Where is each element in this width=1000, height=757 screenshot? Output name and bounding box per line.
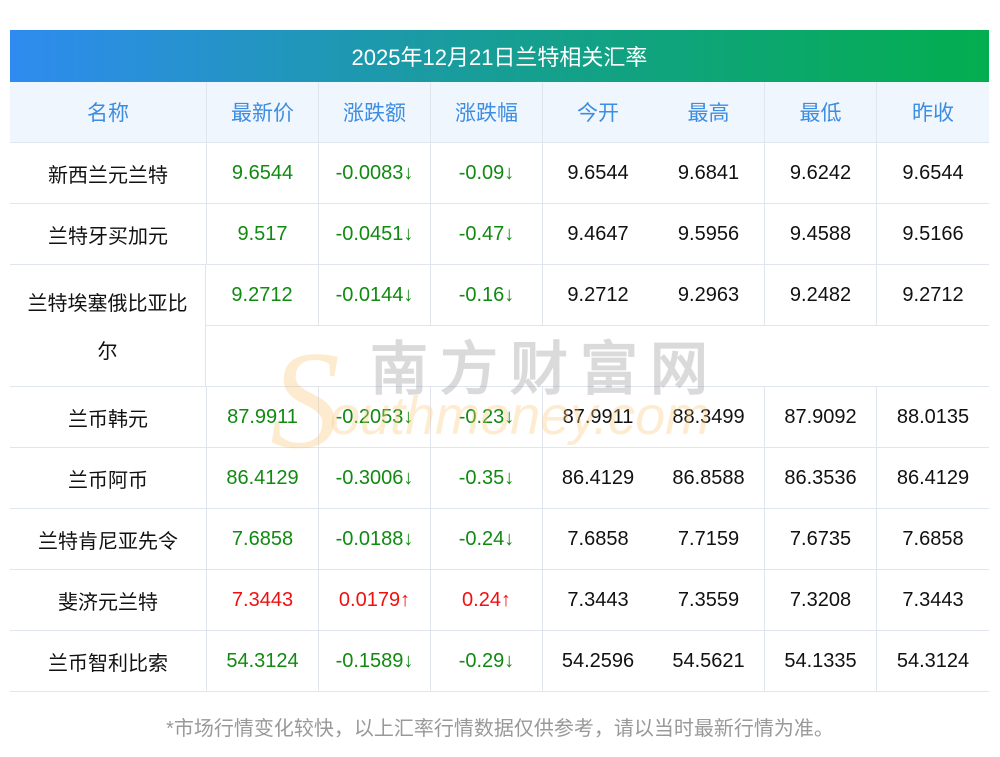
- cell-change-amount: -0.0144↓: [318, 265, 430, 325]
- cell-name: 兰币韩元: [68, 408, 148, 431]
- table-row: 兰币阿币 86.4129 -0.3006↓ -0.35↓ 86.4129 86.8588 8…: [10, 448, 989, 509]
- cell-high-price: 9.6841: [677, 161, 740, 184]
- col-header-name: 名称: [87, 102, 129, 125]
- cell-prev-close: 9.6544: [876, 143, 989, 203]
- cell-name: 新西兰元兰特: [48, 164, 168, 187]
- cell-change-amount: -0.0188↓: [318, 509, 430, 569]
- cell-latest-price: 7.3443: [206, 570, 318, 630]
- table-row: 兰币智利比索 54.3124 -0.1589↓ -0.29↓ 54.2596 54.562…: [10, 631, 989, 692]
- cell-latest-price: 87.9911: [206, 387, 318, 447]
- cell-low-price: 9.2482: [764, 265, 876, 325]
- cell-high-price: 7.3559: [677, 588, 740, 611]
- cell-low-price: 9.4588: [764, 204, 876, 264]
- cell-low-price: 7.6735: [764, 509, 876, 569]
- table-row: 兰币韩元 87.9911 -0.2053↓ -0.23↓ 87.9911 88.3499 8…: [10, 387, 989, 448]
- cell-high-price: 54.5621: [672, 649, 745, 672]
- cell-open-price: 9.2712: [542, 265, 653, 325]
- cell-open-price: 7.3443: [542, 570, 653, 630]
- cell-change-amount: -0.1589↓: [318, 631, 430, 691]
- cell-change-amount: -0.0451↓: [318, 204, 430, 264]
- cell-change-percent: 0.24↑: [430, 570, 542, 630]
- cell-name: 兰币阿币: [68, 469, 148, 492]
- cell-high-price: 88.3499: [672, 405, 745, 428]
- table-row: 兰特肯尼亚先令 7.6858 -0.0188↓ -0.24↓ 7.6858 7.7159 7…: [10, 509, 989, 570]
- col-header-high: 最高: [687, 102, 730, 125]
- cell-prev-close: 88.0135: [876, 387, 989, 447]
- cell-open-price: 9.6544: [542, 143, 653, 203]
- page-title: 2025年12月21日兰特相关汇率: [10, 30, 989, 82]
- table-row: 新西兰元兰特 9.6544 -0.0083↓ -0.09↓ 9.6544 9.6841 9.…: [10, 143, 989, 204]
- cell-latest-price: 9.6544: [206, 143, 318, 203]
- cell-name: 斐济元兰特: [58, 591, 158, 614]
- table-row: 斐济元兰特 7.3443 0.0179↑ 0.24↑ 7.3443 7.3559 7.320…: [10, 570, 989, 631]
- cell-high-price: 9.2963: [677, 283, 740, 306]
- cell-name-line2: 尔: [97, 341, 118, 364]
- cell-name: 兰特牙买加元: [48, 225, 168, 248]
- col-header-latest: 最新价: [206, 82, 318, 142]
- disclaimer: *市场行情变化较快，以上汇率行情数据仅供参考，请以当时最新行情为准。: [166, 718, 834, 740]
- cell-change-percent: -0.47↓: [430, 204, 542, 264]
- cell-name: 兰币智利比索: [48, 652, 168, 675]
- cell-change-amount: 0.0179↑: [318, 570, 430, 630]
- cell-change-percent: -0.24↓: [430, 509, 542, 569]
- table-row: 兰特埃塞俄比亚比尔 9.2712 -0.0144↓ -0.16↓ 9.2712 9.296…: [10, 265, 989, 387]
- cell-low-price: 7.3208: [764, 570, 876, 630]
- exchange-rate-table: 名称 最新价 涨跌额 涨跌幅 今开 最高 最低 昨收 新西兰元兰特 9.6544-…: [10, 82, 989, 692]
- cell-high-price: 7.7159: [677, 527, 740, 550]
- cell-prev-close: 86.4129: [876, 448, 989, 508]
- cell-prev-close: 54.3124: [876, 631, 989, 691]
- table-row: 兰特牙买加元 9.517 -0.0451↓ -0.47↓ 9.4647 9.5956 9.4…: [10, 204, 989, 265]
- cell-change-percent: -0.09↓: [430, 143, 542, 203]
- cell-latest-price: 54.3124: [206, 631, 318, 691]
- cell-open-price: 87.9911: [542, 387, 653, 447]
- col-header-change: 涨跌额: [318, 82, 430, 142]
- cell-latest-price: 9.2712: [231, 283, 293, 306]
- cell-open-price: 86.4129: [542, 448, 653, 508]
- table-header: 名称 最新价 涨跌额 涨跌幅 今开 最高 最低 昨收: [10, 82, 989, 143]
- col-header-open: 今开: [542, 82, 653, 142]
- cell-open-price: 9.4647: [542, 204, 653, 264]
- cell-low-price: 54.1335: [764, 631, 876, 691]
- cell-prev-close: 7.3443: [876, 570, 989, 630]
- cell-prev-close: 7.6858: [876, 509, 989, 569]
- cell-change-amount: -0.0083↓: [318, 143, 430, 203]
- col-header-prev: 昨收: [876, 82, 989, 142]
- cell-change-amount: -0.3006↓: [318, 448, 430, 508]
- cell-latest-price: 86.4129: [206, 448, 318, 508]
- cell-change-amount: -0.2053↓: [318, 387, 430, 447]
- col-header-pct: 涨跌幅: [430, 82, 542, 142]
- cell-low-price: 86.3536: [764, 448, 876, 508]
- cell-name-line1: 兰特埃塞俄比亚比: [27, 292, 188, 315]
- col-header-low: 最低: [764, 82, 876, 142]
- cell-high-price: 9.5956: [677, 222, 740, 245]
- cell-change-percent: -0.35↓: [430, 448, 542, 508]
- cell-latest-price: 7.6858: [206, 509, 318, 569]
- cell-name: 兰特肯尼亚先令: [38, 530, 178, 553]
- cell-open-price: 54.2596: [542, 631, 653, 691]
- cell-prev-close: 9.5166: [876, 204, 989, 264]
- cell-low-price: 87.9092: [764, 387, 876, 447]
- cell-name: 兰特埃塞俄比亚比尔: [10, 265, 206, 386]
- cell-latest-price: 9.517: [206, 204, 318, 264]
- cell-low-price: 9.6242: [764, 143, 876, 203]
- cell-high-price: 86.8588: [672, 466, 745, 489]
- cell-open-price: 7.6858: [542, 509, 653, 569]
- cell-change-percent: -0.16↓: [430, 265, 542, 325]
- cell-change-percent: -0.29↓: [430, 631, 542, 691]
- cell-prev-close: 9.2712: [876, 265, 989, 325]
- cell-change-percent: -0.23↓: [430, 387, 542, 447]
